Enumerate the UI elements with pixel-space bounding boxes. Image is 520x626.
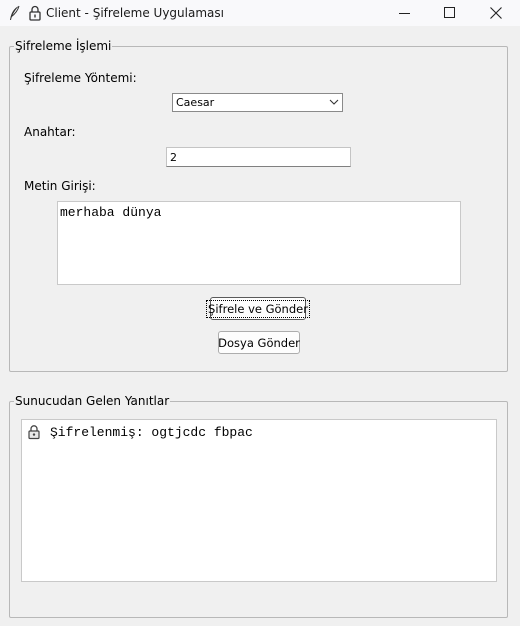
- response-text[interactable]: Şifrelenmiş: ogtjcdc fbpac: [21, 419, 497, 582]
- minimize-button[interactable]: [382, 0, 428, 26]
- response-line-text: Şifrelenmiş: ogtjcdc fbpac: [50, 424, 253, 440]
- maximize-icon: [444, 7, 455, 18]
- method-select-value: Caesar: [176, 96, 215, 109]
- encrypt-send-button[interactable]: Şifrele ve Gönder: [206, 297, 310, 320]
- feather-icon: [10, 5, 20, 20]
- text-label: Metin Girişi:: [24, 179, 96, 193]
- minimize-icon: [399, 13, 410, 14]
- window-title: Client - Şifreleme Uygulaması: [46, 6, 224, 20]
- encrypt-panel-legend: Şifreleme İşlemi: [14, 39, 113, 53]
- chevron-down-icon: [329, 99, 339, 105]
- key-label: Anahtar:: [24, 125, 76, 139]
- encrypt-send-button-label: Şifrele ve Gönder: [206, 299, 310, 318]
- lock-icon: [29, 5, 41, 21]
- maximize-button[interactable]: [427, 0, 473, 26]
- close-icon: [490, 7, 502, 19]
- text-input-value: merhaba dünya: [60, 205, 162, 220]
- key-input-value: 2: [170, 151, 177, 164]
- lock-icon: [28, 425, 40, 440]
- text-input[interactable]: merhaba dünya: [57, 201, 461, 285]
- title-bar: Client - Şifreleme Uygulaması: [0, 0, 520, 26]
- key-input[interactable]: 2: [166, 147, 351, 167]
- response-panel-legend: Sunucudan Gelen Yanıtlar: [14, 394, 171, 408]
- close-button[interactable]: [473, 0, 519, 26]
- response-line: Şifrelenmiş: ogtjcdc fbpac: [26, 424, 253, 440]
- method-select[interactable]: Caesar: [172, 93, 343, 112]
- send-file-button-label: Dosya Gönder: [218, 335, 300, 350]
- method-label: Şifreleme Yöntemi:: [24, 71, 137, 85]
- send-file-button[interactable]: Dosya Gönder: [218, 331, 300, 354]
